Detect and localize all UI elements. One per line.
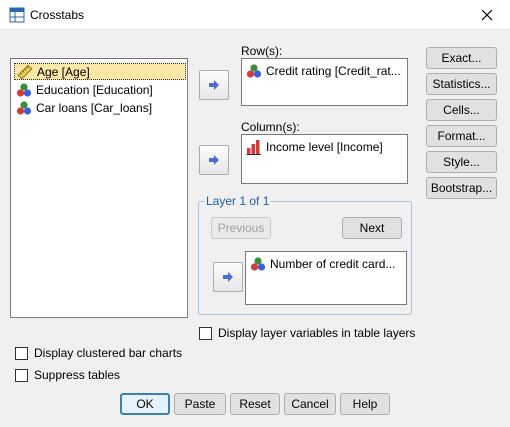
cancel-button[interactable]: Cancel [284, 393, 336, 415]
rows-heading: Row(s): [241, 44, 283, 58]
crosstabs-app-icon [9, 7, 25, 23]
next-layer-button[interactable]: Next [342, 217, 402, 239]
next-layer-label: Next [359, 221, 385, 235]
layer-list[interactable]: Number of credit card... [245, 251, 407, 305]
move-to-rows-button[interactable] [199, 70, 229, 100]
arrow-right-icon [209, 155, 219, 165]
clustered-bar-label: Display clustered bar charts [34, 346, 183, 360]
checkbox-box[interactable] [199, 326, 212, 340]
variable-item-car-loans[interactable]: Car loans [Car_loans] [14, 99, 186, 116]
help-button[interactable]: Help [340, 393, 390, 415]
exact-label: Exact... [441, 51, 482, 65]
columns-list[interactable]: Income level [Income] [241, 134, 408, 184]
ok-button[interactable]: OK [120, 393, 170, 415]
suppress-tables-checkbox[interactable]: Suppress tables [15, 368, 120, 382]
move-to-columns-button[interactable] [199, 145, 229, 175]
suppress-tables-label: Suppress tables [34, 368, 121, 382]
cancel-label: Cancel [291, 397, 329, 411]
cells-button[interactable]: Cells... [426, 99, 497, 121]
reset-button[interactable]: Reset [230, 393, 280, 415]
bootstrap-button[interactable]: Bootstrap... [426, 177, 497, 199]
rows-list[interactable]: Credit rating [Credit_rat... [241, 58, 408, 106]
title-bar: Crosstabs [0, 0, 510, 30]
variable-label: Car loans [Car_loans] [36, 100, 153, 115]
format-label: Format... [437, 129, 486, 143]
checkbox-box[interactable] [15, 346, 28, 360]
style-button[interactable]: Style... [426, 151, 497, 173]
style-label: Style... [443, 155, 480, 169]
paste-button[interactable]: Paste [174, 393, 226, 415]
nominal-icon [16, 100, 32, 115]
bootstrap-label: Bootstrap... [430, 181, 493, 195]
ruler-icon [17, 64, 33, 79]
variable-label: Age [Age] [37, 64, 90, 79]
columns-heading: Column(s): [241, 120, 300, 134]
variable-label: Education [Education] [36, 82, 153, 97]
format-button[interactable]: Format... [426, 125, 497, 147]
columns-item-label: Income level [Income] [266, 140, 383, 154]
paste-label: Paste [184, 397, 216, 411]
variable-item-age[interactable]: Age [Age] [14, 63, 186, 80]
previous-layer-label: Previous [217, 221, 265, 235]
nominal-icon [16, 82, 32, 97]
arrow-right-icon [209, 80, 219, 90]
rows-item-label: Credit rating [Credit_rat... [266, 64, 401, 78]
exact-button[interactable]: Exact... [426, 47, 497, 69]
close-button[interactable] [464, 0, 510, 30]
source-variable-list[interactable]: Age [Age] Education [Education] Car loan… [10, 58, 188, 318]
rows-list-item[interactable]: Credit rating [Credit_rat... [246, 63, 401, 79]
columns-list-item[interactable]: Income level [Income] [246, 139, 383, 155]
statistics-button[interactable]: Statistics... [426, 73, 497, 95]
close-icon [481, 9, 493, 21]
arrow-right-icon [223, 272, 233, 282]
display-layer-label: Display layer variables in table layers [218, 326, 416, 340]
cells-label: Cells... [443, 103, 480, 117]
ordinal-bar-icon [246, 140, 261, 155]
clustered-bar-checkbox[interactable]: Display clustered bar charts [15, 346, 182, 360]
reset-label: Reset [239, 397, 271, 411]
display-layer-checkbox[interactable]: Display layer variables in table layers [199, 326, 415, 340]
layer-item-label: Number of credit card... [270, 257, 396, 271]
help-label: Help [352, 397, 378, 411]
previous-layer-button[interactable]: Previous [211, 217, 271, 239]
statistics-label: Statistics... [432, 77, 491, 91]
nominal-icon [250, 257, 266, 271]
layer-heading: Layer 1 of 1 [204, 194, 272, 208]
move-to-layer-button[interactable] [213, 262, 243, 292]
ok-label: OK [136, 397, 154, 411]
window-title: Crosstabs [30, 8, 85, 22]
variable-item-education[interactable]: Education [Education] [14, 81, 186, 98]
ordinal-icon [246, 64, 262, 78]
layer-list-item[interactable]: Number of credit card... [250, 256, 395, 272]
checkbox-box[interactable] [15, 368, 28, 382]
